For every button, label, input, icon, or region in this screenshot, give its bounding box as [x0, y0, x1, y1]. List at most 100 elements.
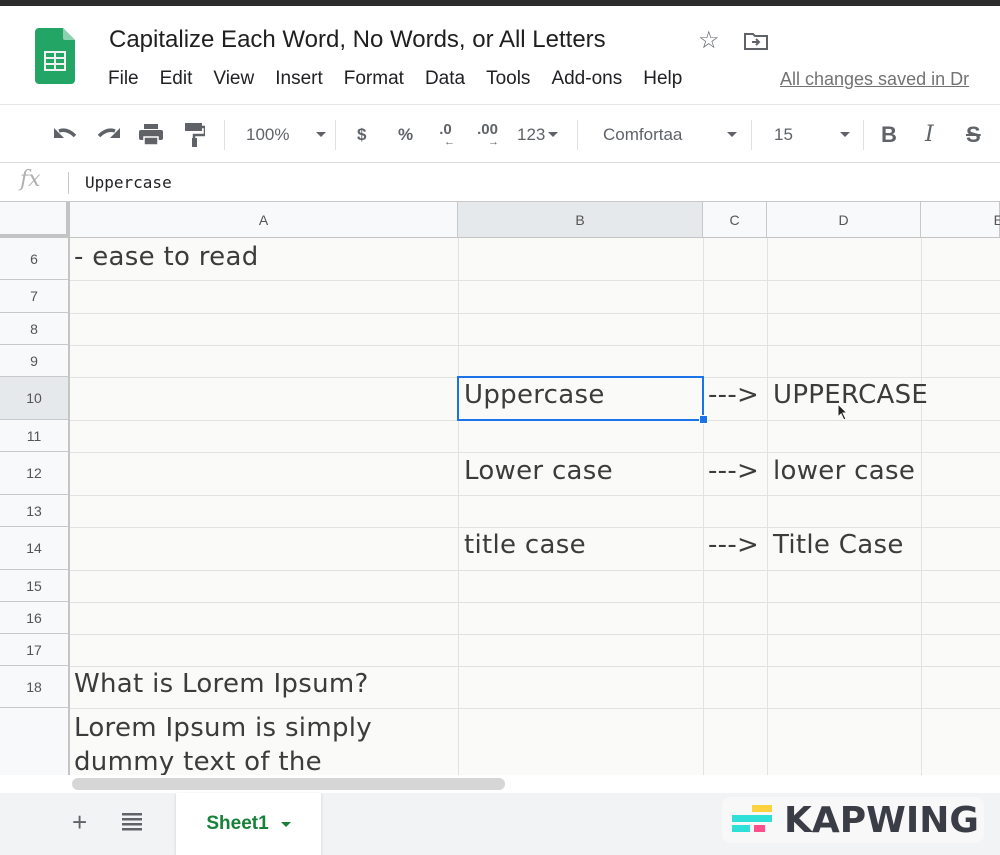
cell-a19-line2[interactable]: dummy text of the	[74, 747, 322, 775]
font-family-value: Comfortaa	[603, 124, 683, 144]
column-header-d[interactable]: D	[767, 202, 921, 238]
increase-decimal-button[interactable]: .00 →	[476, 106, 499, 163]
chevron-down-icon	[727, 132, 737, 137]
fill-handle[interactable]	[699, 415, 708, 424]
italic-button[interactable]: I	[925, 106, 934, 163]
row-header-14[interactable]: 14	[0, 527, 70, 570]
paint-format-icon	[185, 122, 205, 147]
cell-b14[interactable]: title case	[464, 530, 586, 560]
chevron-down-icon[interactable]	[280, 821, 291, 827]
star-icon[interactable]: ☆	[698, 26, 720, 55]
increase-decimal-icon: .00	[477, 120, 498, 138]
fx-icon: fx	[20, 167, 41, 192]
cell-d14[interactable]: Title Case	[773, 530, 904, 560]
scrollbar-thumb[interactable]	[72, 778, 505, 790]
paint-format-button[interactable]	[185, 106, 205, 163]
zoom-value: 100%	[246, 124, 290, 144]
gridline	[921, 238, 922, 775]
gridline	[70, 602, 1000, 603]
gridline	[70, 666, 1000, 667]
all-sheets-icon[interactable]	[122, 813, 142, 831]
cell-a19-line1[interactable]: Lorem Ipsum is simply	[74, 713, 372, 743]
cell-c10[interactable]: --->	[708, 380, 759, 410]
cell-b12[interactable]: Lower case	[464, 456, 613, 486]
gridline	[70, 452, 1000, 453]
app-header: Capitalize Each Word, No Words, or All L…	[0, 6, 1000, 105]
cell-d10[interactable]: UPPERCASE	[773, 380, 928, 410]
more-formats-button[interactable]: 123	[517, 106, 559, 163]
column-header-b[interactable]: B	[458, 202, 703, 238]
decrease-decimal-button[interactable]: .0 ←	[436, 106, 455, 163]
menu-insert[interactable]: Insert	[275, 68, 323, 90]
row-header-6[interactable]: 6	[0, 238, 70, 280]
font-size-select[interactable]: 15	[774, 106, 850, 163]
add-sheet-button[interactable]: +	[72, 807, 87, 838]
sheet-tab-label: Sheet1	[206, 813, 269, 834]
kapwing-watermark: KAPWING	[722, 797, 984, 843]
toolbar-divider	[863, 120, 864, 150]
row-header-8[interactable]: 8	[0, 313, 70, 345]
percent-format-button[interactable]: %	[398, 106, 413, 163]
row-header-17[interactable]: 17	[0, 634, 70, 666]
horizontal-scrollbar[interactable]	[0, 775, 1000, 793]
row-header-18[interactable]: 18	[0, 666, 70, 708]
select-all-corner[interactable]	[0, 202, 70, 238]
menu-format[interactable]: Format	[344, 68, 404, 90]
row-header-16[interactable]: 16	[0, 602, 70, 634]
gridline	[703, 238, 704, 775]
percent-icon: %	[398, 124, 414, 144]
sheet-tab-sheet1[interactable]: Sheet1	[176, 793, 321, 855]
currency-format-button[interactable]: $	[357, 106, 366, 163]
row-header-7[interactable]: 7	[0, 280, 70, 313]
font-family-select[interactable]: Comfortaa	[603, 106, 737, 163]
formula-bar: fx Uppercase	[0, 163, 1000, 202]
toolbar: 100% $ % .0 ← .00 → 123 Comfortaa 15 B I…	[0, 106, 1000, 163]
strikethrough-button[interactable]: S	[966, 106, 981, 163]
italic-icon: I	[925, 122, 934, 147]
menu-data[interactable]: Data	[425, 68, 465, 90]
menu-tools[interactable]: Tools	[486, 68, 530, 90]
formula-divider	[68, 172, 69, 194]
row-header-10[interactable]: 10	[0, 377, 70, 420]
toolbar-divider	[577, 120, 578, 150]
column-header-c[interactable]: C	[703, 202, 767, 238]
menu-file[interactable]: File	[108, 68, 139, 90]
arrow-right-icon: →	[488, 135, 499, 148]
document-title[interactable]: Capitalize Each Word, No Words, or All L…	[109, 26, 606, 54]
cell-c14[interactable]: --->	[708, 530, 759, 560]
undo-button[interactable]	[52, 106, 78, 163]
menu-view[interactable]: View	[213, 68, 254, 90]
gridline	[70, 634, 1000, 635]
arrow-left-icon: ←	[444, 135, 455, 148]
print-icon	[139, 123, 163, 146]
toolbar-divider	[751, 120, 752, 150]
cell-c12[interactable]: --->	[708, 456, 759, 486]
google-sheets-logo-icon[interactable]	[35, 28, 75, 84]
row-header-13[interactable]: 13	[0, 495, 70, 527]
gridline	[70, 527, 1000, 528]
zoom-select[interactable]: 100%	[246, 106, 326, 163]
row-header-12[interactable]: 12	[0, 452, 70, 495]
column-header-a[interactable]: A	[70, 202, 458, 238]
bold-icon: B	[881, 121, 897, 147]
gridline	[70, 345, 1000, 346]
column-header-e[interactable]: E	[921, 202, 1000, 238]
row-header-11[interactable]: 11	[0, 420, 70, 452]
menu-edit[interactable]: Edit	[160, 68, 193, 90]
cell-a18[interactable]: What is Lorem Ipsum?	[74, 669, 369, 699]
row-header-15[interactable]: 15	[0, 570, 70, 602]
redo-button[interactable]	[96, 106, 122, 163]
save-status-link[interactable]: All changes saved in Dr	[780, 69, 969, 90]
cell-a6[interactable]: - ease to read	[74, 242, 259, 272]
undo-icon	[54, 127, 77, 138]
row-header-19[interactable]	[0, 708, 70, 775]
bold-button[interactable]: B	[881, 106, 897, 163]
menu-help[interactable]: Help	[643, 68, 682, 90]
print-button[interactable]	[139, 106, 163, 163]
row-header-9[interactable]: 9	[0, 345, 70, 377]
menu-addons[interactable]: Add-ons	[551, 68, 622, 90]
mouse-cursor-icon	[837, 403, 849, 421]
cell-d12[interactable]: lower case	[773, 456, 915, 486]
formula-input[interactable]: Uppercase	[85, 173, 172, 192]
move-to-folder-icon[interactable]	[744, 32, 768, 50]
